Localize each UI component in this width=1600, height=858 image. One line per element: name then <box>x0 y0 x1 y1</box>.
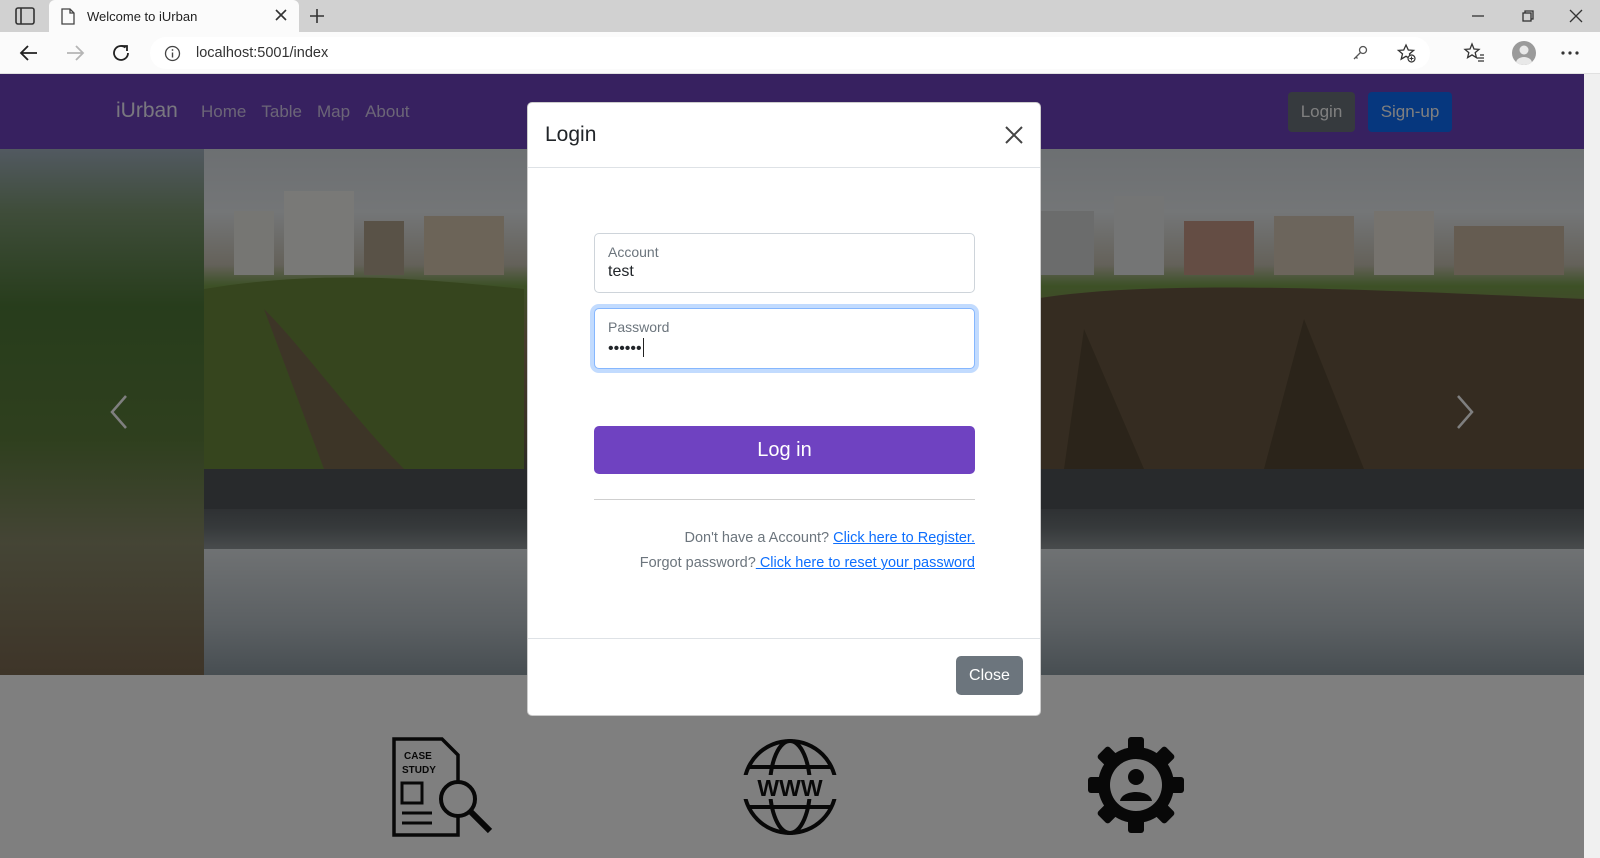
reset-password-link[interactable]: Click here to reset your password <box>756 555 975 571</box>
browser-tabstrip: Welcome to iUrban <box>0 0 1600 32</box>
address-bar[interactable]: localhost:5001/index <box>150 37 1430 69</box>
password-input-wrap[interactable]: •••••• <box>608 338 644 358</box>
close-window-icon[interactable] <box>1568 8 1584 24</box>
forward-arrow-icon[interactable] <box>64 42 86 64</box>
divider <box>594 499 975 500</box>
close-icon[interactable] <box>1004 125 1024 145</box>
password-label: Password <box>608 319 670 335</box>
login-modal: Login Account test Password •••••• Log i… <box>527 102 1041 716</box>
password-key-icon[interactable] <box>1352 45 1368 61</box>
tab-title: Welcome to iUrban <box>87 9 198 24</box>
url-text: localhost:5001/index <box>196 45 329 61</box>
site-info-icon[interactable] <box>164 45 181 62</box>
log-in-button[interactable]: Log in <box>594 426 975 474</box>
password-field[interactable]: Password •••••• <box>594 308 975 369</box>
more-options-icon[interactable] <box>1559 42 1581 64</box>
profile-avatar[interactable] <box>1512 41 1536 65</box>
new-tab-icon[interactable] <box>308 7 326 25</box>
register-prompt: Don't have a Account? <box>684 530 830 546</box>
favorite-star-icon[interactable] <box>1396 43 1416 63</box>
profile-icon <box>1516 45 1532 65</box>
account-field[interactable]: Account test <box>594 233 975 293</box>
account-label: Account <box>608 244 659 260</box>
favorites-icon[interactable] <box>1463 42 1485 64</box>
text-caret <box>642 338 644 357</box>
close-tab-icon[interactable] <box>273 7 289 23</box>
register-link[interactable]: Click here to Register. <box>833 530 975 546</box>
refresh-icon[interactable] <box>110 42 132 64</box>
account-input[interactable]: test <box>608 263 634 281</box>
restore-icon[interactable] <box>1520 8 1536 24</box>
page-icon <box>61 8 75 25</box>
back-arrow-icon[interactable] <box>18 42 40 64</box>
modal-title: Login <box>545 123 597 146</box>
browser-toolbar: localhost:5001/index <box>0 32 1600 74</box>
password-input[interactable]: •••••• <box>608 340 642 357</box>
browser-tab[interactable]: Welcome to iUrban <box>49 0 299 32</box>
minimize-icon[interactable] <box>1470 8 1486 24</box>
close-button[interactable]: Close <box>956 656 1023 695</box>
modal-header: Login <box>528 103 1040 168</box>
page-viewport: iUrban Home Table Map About Login Sign-u… <box>0 74 1584 858</box>
register-line: Don't have a Account? Click here to Regi… <box>684 530 975 546</box>
page-scrollbar[interactable] <box>1584 74 1600 858</box>
tab-actions-icon[interactable] <box>14 6 36 26</box>
forgot-prompt: Forgot password? <box>639 555 756 571</box>
forgot-password-line: Forgot password? Click here to reset you… <box>640 555 975 571</box>
modal-footer: Close <box>528 638 1040 715</box>
